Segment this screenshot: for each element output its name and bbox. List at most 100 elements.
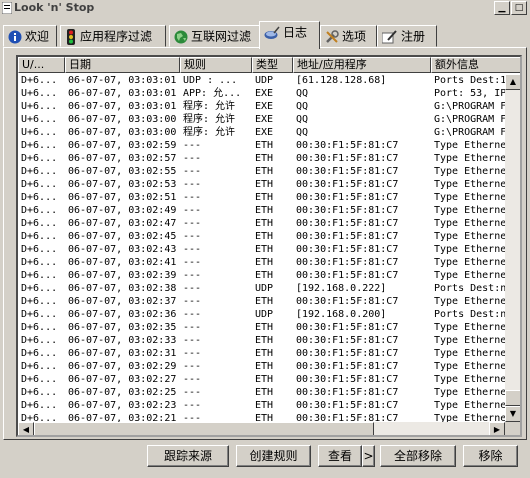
- cell-rule: ---: [183, 192, 202, 203]
- cell-rule: ---: [183, 335, 202, 346]
- horizontal-scrollbar[interactable]: ◀ ▶: [18, 422, 505, 435]
- tab-register[interactable]: 注册: [377, 25, 437, 47]
- cell-date: 06-07-07, 03:02:23: [68, 400, 177, 411]
- cell-rule: 程序: 允许: [183, 127, 236, 138]
- cell-type: ETH: [255, 205, 274, 216]
- cell-direction: D+6...: [21, 387, 58, 398]
- table-row[interactable]: U+6... 06-07-07, 03:03:01 APP: 允... EXE QQ Po…: [18, 87, 505, 100]
- table-row[interactable]: D+6... 06-07-07, 03:02:27 --- ETH 00:30:F1:5…: [18, 373, 505, 386]
- cell-rule: ---: [183, 166, 202, 177]
- table-row[interactable]: D+6... 06-07-07, 03:02:31 --- ETH 00:30:F1:5…: [18, 347, 505, 360]
- column-header-rule[interactable]: 规则: [180, 57, 252, 73]
- table-row[interactable]: D+6... 06-07-07, 03:02:38 --- UDP [192.168.0…: [18, 282, 505, 295]
- scroll-right-arrow-icon[interactable]: ▶: [489, 422, 505, 435]
- table-row[interactable]: D+6... 06-07-07, 03:02:23 --- ETH 00:30:F1:5…: [18, 399, 505, 412]
- remove-all-button[interactable]: 全部移除: [380, 445, 456, 467]
- cell-type: ETH: [255, 322, 274, 333]
- table-row[interactable]: D+6... 06-07-07, 03:02:51 --- ETH 00:30:F1:5…: [18, 191, 505, 204]
- table-row[interactable]: D+6... 06-07-07, 03:02:49 --- ETH 00:30:F1:5…: [18, 204, 505, 217]
- cell-rule: ---: [183, 374, 202, 385]
- cell-extra-info: Type Etherne: [434, 205, 505, 216]
- cell-extra-info: G:\PROGRAM F: [434, 127, 505, 138]
- table-row[interactable]: D+6... 06-07-07, 03:02:29 --- ETH 00:30:F1:5…: [18, 360, 505, 373]
- column-header-extra-info[interactable]: 额外信息: [431, 57, 520, 73]
- table-row[interactable]: D+6... 06-07-07, 03:02:39 --- ETH 00:30:F1:5…: [18, 269, 505, 282]
- title-bar: Look 'n' Stop ▁ □: [0, 0, 530, 18]
- view-button[interactable]: 查看: [318, 445, 362, 467]
- cell-type: EXE: [255, 101, 274, 112]
- cell-rule: ---: [183, 218, 202, 229]
- cell-extra-info: Type Etherne: [434, 179, 505, 190]
- cell-direction: D+6...: [21, 218, 58, 229]
- tab-internet-filter[interactable]: 互联网过滤: [169, 25, 262, 47]
- trace-source-button[interactable]: 跟踪来源: [147, 445, 229, 467]
- cell-date: 06-07-07, 03:02:36: [68, 309, 177, 320]
- cell-direction: D+6...: [21, 205, 58, 216]
- create-rule-button[interactable]: 创建规则: [236, 445, 311, 467]
- scroll-down-arrow-icon[interactable]: ▼: [505, 406, 520, 422]
- scroll-left-arrow-icon[interactable]: ◀: [18, 422, 34, 435]
- table-row[interactable]: U+6... 06-07-07, 03:03:00 程序: 允许 EXE QQ G:\PR…: [18, 113, 505, 126]
- cell-direction: U+6...: [21, 127, 58, 138]
- cell-address: 00:30:F1:5F:81:C7: [296, 413, 399, 422]
- column-header-address[interactable]: 地址/应用程序: [293, 57, 431, 73]
- scroll-up-arrow-icon[interactable]: ▲: [505, 74, 520, 90]
- table-row[interactable]: D+6... 06-07-07, 03:02:57 --- ETH 00:30:F1:5…: [18, 152, 505, 165]
- column-header-type[interactable]: 类型: [252, 57, 293, 73]
- table-row[interactable]: D+6... 06-07-07, 03:02:43 --- ETH 00:30:F1:5…: [18, 243, 505, 256]
- table-row[interactable]: D+6... 06-07-07, 03:02:47 --- ETH 00:30:F1:5…: [18, 217, 505, 230]
- table-row[interactable]: D+6... 06-07-07, 03:02:21 --- ETH 00:30:F1:5…: [18, 412, 505, 422]
- cell-rule: 程序: 允许: [183, 114, 236, 125]
- tab-welcome[interactable]: 欢迎: [3, 25, 57, 47]
- table-row[interactable]: D+6... 06-07-07, 03:02:53 --- ETH 00:30:F1:5…: [18, 178, 505, 191]
- table-row[interactable]: D+6... 06-07-07, 03:02:37 --- ETH 00:30:F1:5…: [18, 295, 505, 308]
- vertical-scroll-thumb[interactable]: [505, 390, 520, 406]
- cell-address: QQ: [296, 127, 309, 138]
- table-row[interactable]: D+6... 06-07-07, 03:02:41 --- ETH 00:30:F1:5…: [18, 256, 505, 269]
- table-row[interactable]: U+6... 06-07-07, 03:03:01 程序: 允许 EXE QQ G:\PR…: [18, 100, 505, 113]
- cell-direction: D+6...: [21, 283, 58, 294]
- cell-address: 00:30:F1:5F:81:C7: [296, 192, 399, 203]
- horizontal-scroll-thumb[interactable]: [34, 422, 374, 435]
- view-dropdown-button[interactable]: >: [362, 445, 375, 467]
- maximize-button[interactable]: □: [511, 1, 527, 15]
- cell-rule: ---: [183, 283, 202, 294]
- column-header-date[interactable]: 日期: [65, 57, 180, 73]
- cell-extra-info: G:\PROGRAM F: [434, 101, 505, 112]
- cell-type: EXE: [255, 88, 274, 99]
- cell-extra-info: Type Etherne: [434, 374, 505, 385]
- cell-rule: ---: [183, 140, 202, 151]
- cell-extra-info: Type Etherne: [434, 400, 505, 411]
- cell-direction: D+6...: [21, 322, 58, 333]
- tab-log[interactable]: 日志: [259, 21, 320, 49]
- remove-button[interactable]: 移除: [463, 445, 518, 467]
- cell-address: 00:30:F1:5F:81:C7: [296, 361, 399, 372]
- tab-application-filter[interactable]: 应用程序过滤: [60, 25, 166, 47]
- cell-extra-info: G:\PROGRAM F: [434, 114, 505, 125]
- table-row[interactable]: D+6... 06-07-07, 03:02:25 --- ETH 00:30:F1:5…: [18, 386, 505, 399]
- table-row[interactable]: D+6... 06-07-07, 03:02:33 --- ETH 00:30:F1:5…: [18, 334, 505, 347]
- cell-address: 00:30:F1:5F:81:C7: [296, 270, 399, 281]
- table-row[interactable]: D+6... 06-07-07, 03:02:55 --- ETH 00:30:F1:5…: [18, 165, 505, 178]
- table-row[interactable]: D+6... 06-07-07, 03:03:01 UDP : ... UDP [61.…: [18, 74, 505, 87]
- log-list-header: U/... 日期 规则 类型 地址/应用程序 额外信息: [18, 57, 520, 73]
- cell-rule: ---: [183, 231, 202, 242]
- table-row[interactable]: U+6... 06-07-07, 03:03:00 程序: 允许 EXE QQ G:\PR…: [18, 126, 505, 139]
- cell-address: [192.168.0.200]: [296, 309, 387, 320]
- tab-options[interactable]: 选项: [320, 25, 377, 47]
- cell-address: [192.168.0.222]: [296, 283, 387, 294]
- minimize-button[interactable]: ▁: [494, 1, 510, 15]
- table-row[interactable]: D+6... 06-07-07, 03:02:59 --- ETH 00:30:F1:5…: [18, 139, 505, 152]
- log-list[interactable]: U/... 日期 规则 类型 地址/应用程序 额外信息 D+6... 06-07-…: [16, 55, 522, 437]
- cell-extra-info: Type Etherne: [434, 192, 505, 203]
- table-row[interactable]: D+6... 06-07-07, 03:02:45 --- ETH 00:30:F1:5…: [18, 230, 505, 243]
- table-row[interactable]: D+6... 06-07-07, 03:02:36 --- UDP [192.168.0…: [18, 308, 505, 321]
- vertical-scrollbar[interactable]: ▲ ▼: [505, 74, 520, 422]
- cell-direction: D+6...: [21, 400, 58, 411]
- cell-date: 06-07-07, 03:02:49: [68, 205, 177, 216]
- cell-type: ETH: [255, 374, 274, 385]
- cell-type: ETH: [255, 140, 274, 151]
- cell-address: 00:30:F1:5F:81:C7: [296, 257, 399, 268]
- table-row[interactable]: D+6... 06-07-07, 03:02:35 --- ETH 00:30:F1:5…: [18, 321, 505, 334]
- column-header-direction[interactable]: U/...: [18, 57, 65, 73]
